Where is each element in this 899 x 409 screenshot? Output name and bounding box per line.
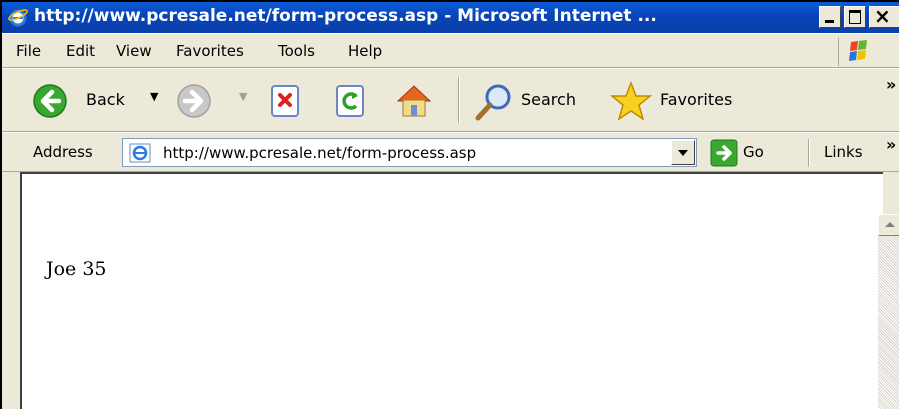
back-button[interactable]: Back <box>86 90 125 109</box>
browser-window: http://www.pcresale.net/form-process.asp… <box>0 0 899 409</box>
maximize-button[interactable] <box>844 6 866 28</box>
minimize-button[interactable] <box>819 6 841 28</box>
search-icon[interactable] <box>472 81 516 123</box>
window-title: http://www.pcresale.net/form-process.asp… <box>34 6 657 26</box>
close-icon: × <box>874 4 891 28</box>
menu-bar: File Edit View Favorites Tools Help <box>2 33 899 68</box>
window-left-border <box>2 172 20 409</box>
toolbar-overflow-icon[interactable]: » <box>886 75 896 94</box>
windows-logo-icon <box>838 38 875 66</box>
links-separator <box>808 139 810 167</box>
back-arrow-icon[interactable] <box>32 83 68 119</box>
favorites-star-icon[interactable] <box>609 80 653 122</box>
go-arrow-icon[interactable] <box>710 139 738 167</box>
menu-favorites[interactable]: Favorites <box>176 42 244 60</box>
search-button[interactable]: Search <box>521 90 576 109</box>
menu-tools[interactable]: Tools <box>278 42 315 60</box>
home-icon[interactable] <box>394 81 434 119</box>
refresh-icon[interactable] <box>333 84 367 118</box>
menu-help[interactable]: Help <box>348 42 382 60</box>
address-dropdown-button[interactable] <box>671 140 695 165</box>
links-button[interactable]: Links <box>824 143 863 161</box>
links-overflow-icon[interactable]: » <box>886 135 896 154</box>
stop-icon[interactable] <box>268 84 302 118</box>
ie-logo-icon <box>8 9 28 27</box>
toolbar-separator <box>458 77 460 123</box>
page-body-text: Joe 35 <box>46 258 107 280</box>
menu-file[interactable]: File <box>16 42 41 60</box>
forward-dropdown-icon[interactable]: ▼ <box>239 90 247 103</box>
page-ie-icon <box>129 143 151 163</box>
back-dropdown-icon[interactable]: ▼ <box>150 90 158 103</box>
close-button[interactable]: × <box>869 4 899 28</box>
address-label: Address <box>33 143 93 161</box>
title-bar[interactable]: http://www.pcresale.net/form-process.asp… <box>2 2 899 33</box>
address-bar: Address http://www.pcresale.net/form-pro… <box>2 132 899 172</box>
favorites-button[interactable]: Favorites <box>660 90 732 109</box>
go-button[interactable]: Go <box>743 143 764 161</box>
address-value[interactable]: http://www.pcresale.net/form-process.asp <box>163 144 476 162</box>
vertical-scrollbar[interactable] <box>878 214 899 409</box>
menu-view[interactable]: View <box>116 42 152 60</box>
scroll-up-button[interactable] <box>878 214 899 236</box>
address-input[interactable]: http://www.pcresale.net/form-process.asp <box>122 138 697 167</box>
page-content: Joe 35 <box>20 172 883 409</box>
forward-arrow-icon[interactable] <box>176 83 212 119</box>
standard-toolbar: Back ▼ ▼ Search Favorites » <box>2 68 899 132</box>
menu-edit[interactable]: Edit <box>66 42 95 60</box>
